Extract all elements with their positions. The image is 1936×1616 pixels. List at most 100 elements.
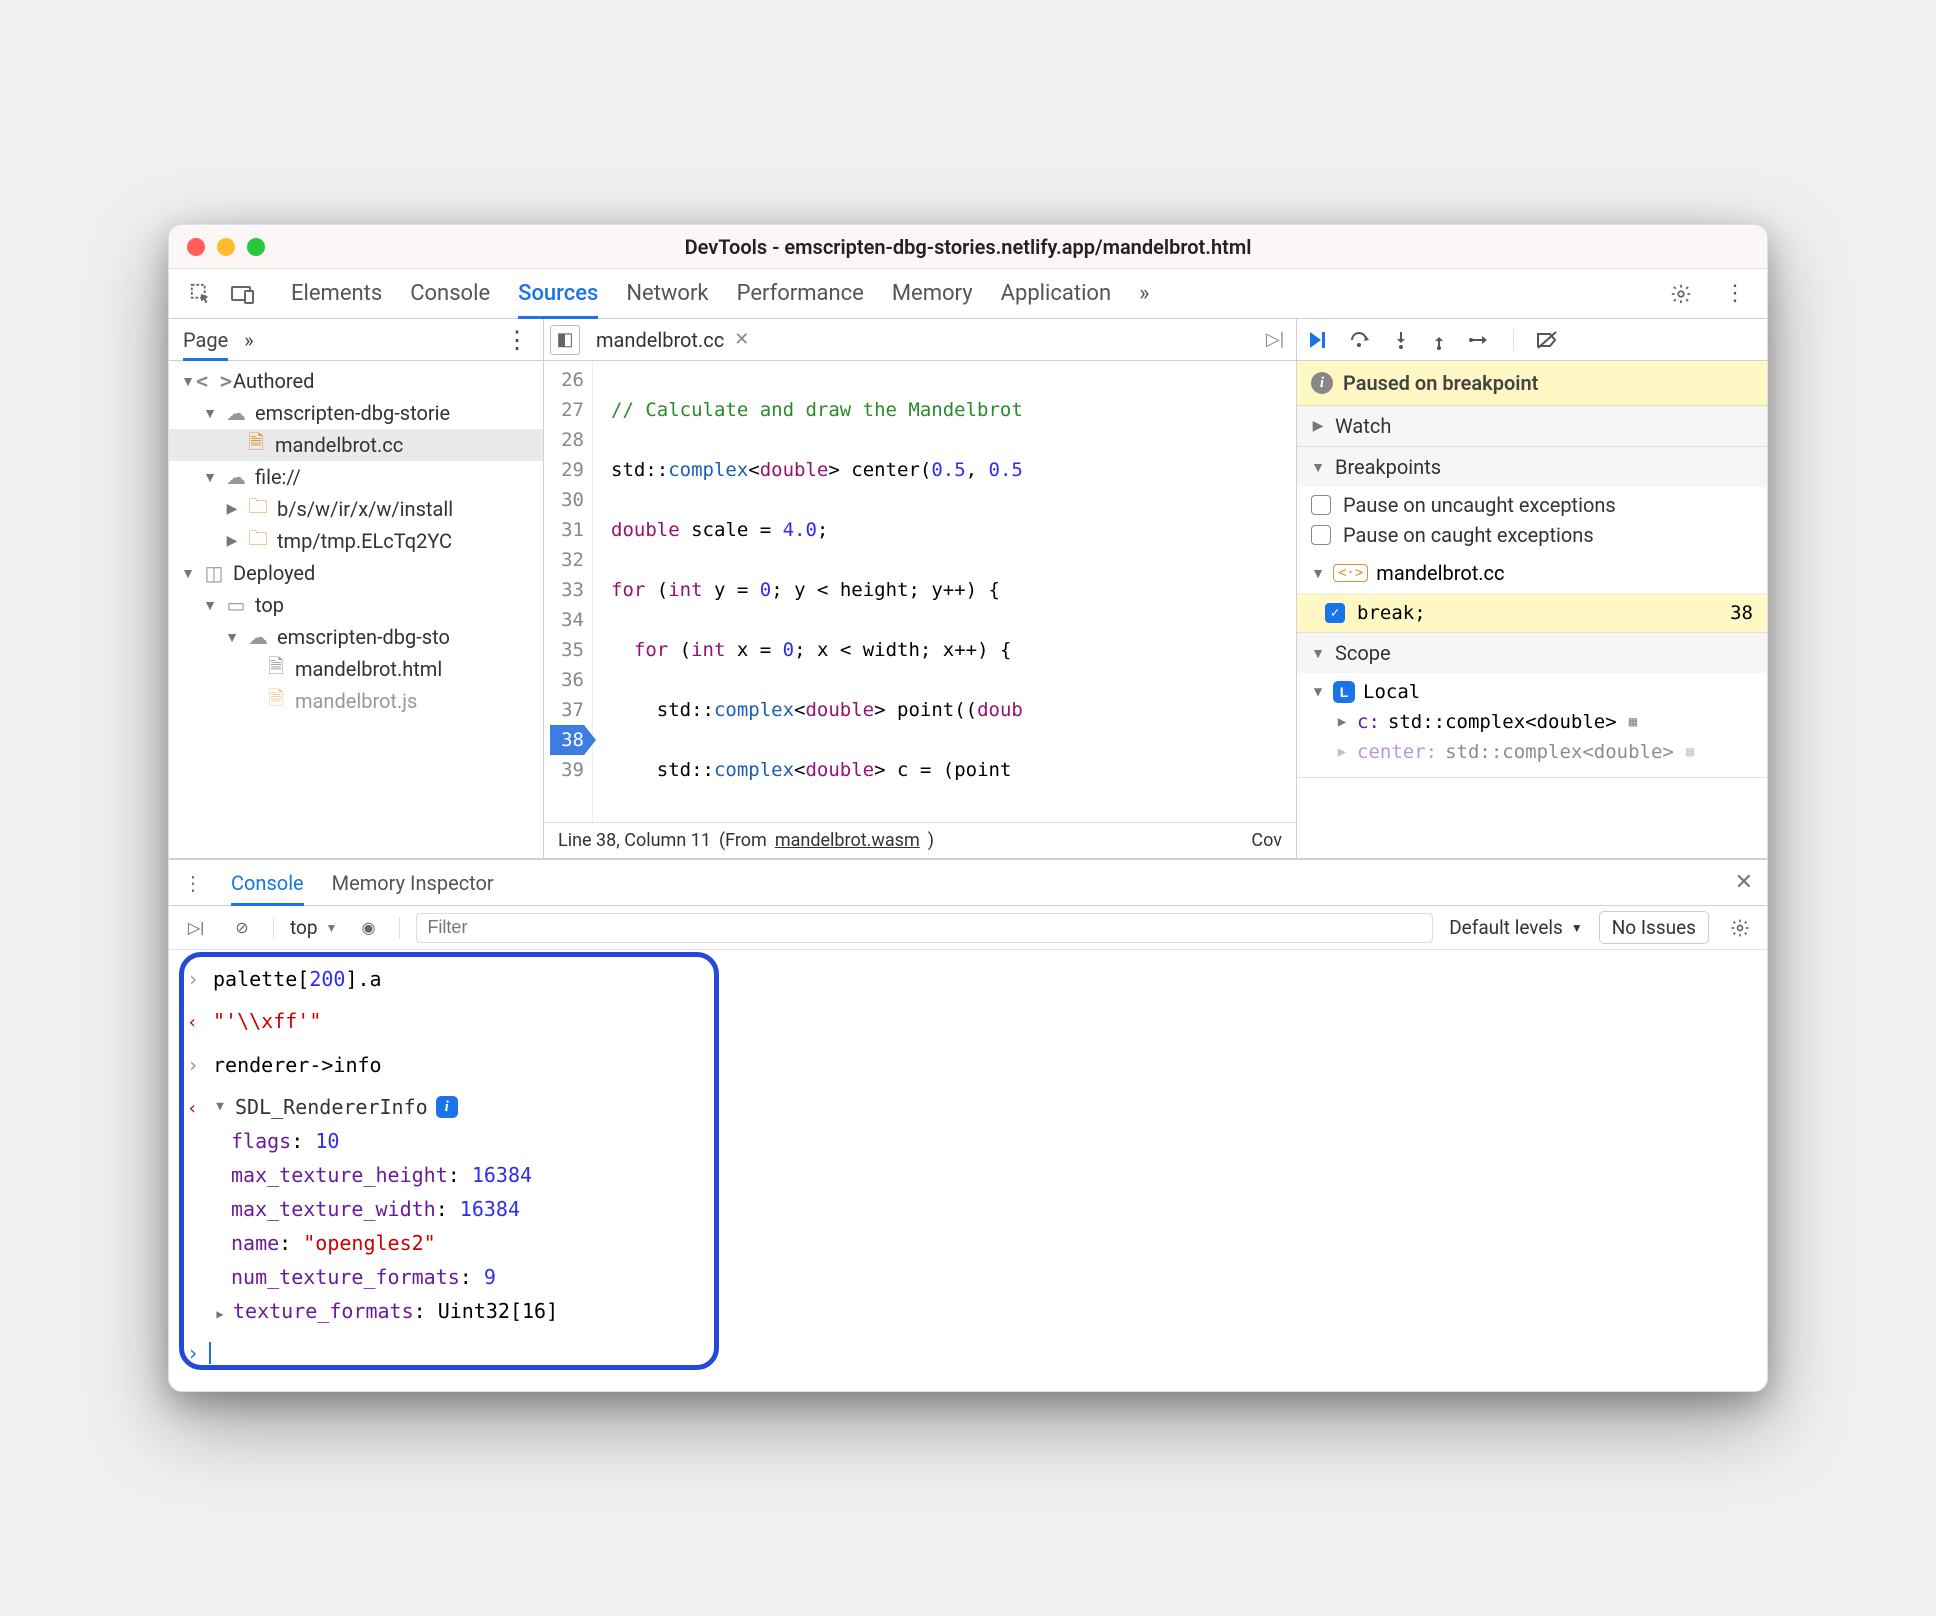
folder-icon: 🗀 (247, 530, 269, 552)
navigator-tabs: Page » ⋮ (169, 319, 543, 361)
coverage-label: Cov (1251, 830, 1282, 851)
resume-icon[interactable] (1307, 330, 1327, 350)
folder-icon: 🗀 (247, 498, 269, 520)
caret-icon (1311, 645, 1325, 662)
console-output-row: "'\\xff'" (169, 1000, 1767, 1044)
tab-console[interactable]: Console (410, 269, 490, 318)
checkbox-checked-icon[interactable] (1325, 603, 1345, 623)
pause-uncaught-toggle[interactable]: Pause on uncaught exceptions (1311, 493, 1753, 517)
drawer-tab-memory-inspector[interactable]: Memory Inspector (332, 860, 494, 905)
close-window-icon[interactable] (187, 238, 205, 256)
file-tree[interactable]: < >Authored ☁emscripten-dbg-storie 🗎mand… (169, 361, 543, 858)
settings-icon[interactable] (1663, 276, 1699, 312)
source-editor: ◧ mandelbrot.cc ✕ ▷| 26 27 28 29 30 31 3… (544, 319, 1297, 858)
file-mandelbrot-html[interactable]: 🗎mandelbrot.html (169, 653, 543, 685)
expand-object-icon[interactable] (213, 1090, 227, 1124)
console-filter-input[interactable] (416, 913, 1433, 943)
live-expression-icon[interactable]: ◉ (353, 913, 383, 943)
toggle-navigator-icon[interactable]: ◧ (550, 325, 580, 355)
code-text[interactable]: // Calculate and draw the Mandelbrot std… (593, 361, 1296, 822)
caret-icon (1311, 418, 1325, 434)
panel-tabs: Elements Console Sources Network Perform… (291, 269, 1657, 318)
editor-tabbar: ◧ mandelbrot.cc ✕ ▷| (544, 319, 1296, 361)
navigator-menu-icon[interactable]: ⋮ (505, 326, 529, 354)
tab-performance[interactable]: Performance (737, 269, 864, 318)
breakpoint-file-row[interactable]: <·>mandelbrot.cc (1297, 553, 1767, 594)
info-badge-icon[interactable]: i (436, 1096, 458, 1118)
line-gutter[interactable]: 26 27 28 29 30 31 32 33 34 35 36 37 38 3… (544, 361, 593, 822)
code-area[interactable]: 26 27 28 29 30 31 32 33 34 35 36 37 38 3… (544, 361, 1296, 822)
console-input-row: renderer->info (169, 1044, 1767, 1086)
maximize-window-icon[interactable] (247, 238, 265, 256)
paused-banner: i Paused on breakpoint (1297, 361, 1767, 406)
inspect-element-icon[interactable] (183, 276, 219, 312)
file-mandelbrot-cc[interactable]: 🗎mandelbrot.cc (169, 429, 543, 461)
authored-group-icon: < > (203, 370, 225, 392)
sources-panel: Page » ⋮ < >Authored ☁emscripten-dbg-sto… (169, 319, 1767, 859)
navigator-tab-overflow[interactable]: » (244, 319, 253, 360)
console-prompt[interactable] (169, 1335, 1767, 1371)
caret-icon (1335, 744, 1349, 760)
checkbox-icon[interactable] (1311, 495, 1331, 515)
drawer-menu-icon[interactable]: ⋮ (183, 871, 203, 895)
window-titlebar: DevTools - emscripten-dbg-stories.netlif… (169, 225, 1767, 269)
file-icon: 🗎 (245, 434, 267, 456)
page-icon: 🗎 (265, 658, 287, 680)
tab-memory[interactable]: Memory (892, 269, 973, 318)
editor-statusbar: Line 38, Column 11 (From mandelbrot.wasm… (544, 822, 1296, 858)
log-level-select[interactable]: Default levels▼ (1449, 916, 1583, 939)
console-output-row: SDL_RendererInfo i flags: 10 max_texture… (169, 1086, 1767, 1335)
drawer-close-icon[interactable]: ✕ (1735, 870, 1753, 895)
pause-caught-toggle[interactable]: Pause on caught exceptions (1311, 523, 1753, 547)
origin-link[interactable]: mandelbrot.wasm (775, 830, 920, 851)
drawer-tab-console[interactable]: Console (231, 860, 304, 905)
editor-tab-mandelbrot[interactable]: mandelbrot.cc ✕ (596, 328, 749, 352)
deactivate-breakpoints-icon[interactable] (1536, 331, 1558, 349)
tab-application[interactable]: Application (1001, 269, 1111, 318)
step-into-icon[interactable] (1393, 330, 1409, 350)
tab-overflow[interactable]: » (1139, 269, 1149, 318)
drawer-tabs: ⋮ Console Memory Inspector ✕ (169, 860, 1767, 906)
console-input-icon (187, 962, 203, 996)
memory-inspect-icon[interactable]: ▦ (1629, 714, 1637, 730)
debugger-toolbar (1297, 319, 1767, 361)
traffic-lights (187, 238, 265, 256)
context-select[interactable]: top▼ (290, 916, 337, 939)
cursor-position: Line 38, Column 11 (558, 830, 711, 851)
caret-icon (1335, 714, 1349, 730)
navigator-tab-page[interactable]: Page (183, 319, 228, 360)
tab-sources[interactable]: Sources (518, 269, 598, 318)
toggle-debugger-icon[interactable]: ▷| (1260, 325, 1290, 355)
file-mandelbrot-js[interactable]: 🗎mandelbrot.js (169, 685, 543, 717)
issues-button[interactable]: No Issues (1599, 911, 1709, 944)
checkbox-icon[interactable] (1311, 525, 1331, 545)
scope-var-c[interactable]: c: std::complex<double>▦ (1297, 707, 1767, 737)
memory-inspect-icon[interactable]: ▦ (1686, 744, 1694, 760)
kebab-menu-icon[interactable]: ⋮ (1717, 276, 1753, 312)
watch-section[interactable]: Watch (1297, 406, 1767, 447)
step-icon[interactable] (1469, 332, 1491, 348)
console-sidebar-toggle-icon[interactable]: ▷| (181, 913, 211, 943)
window-title: DevTools - emscripten-dbg-stories.netlif… (183, 235, 1753, 259)
caret-icon (1311, 565, 1325, 582)
tab-elements[interactable]: Elements (291, 269, 382, 318)
step-over-icon[interactable] (1349, 330, 1371, 350)
window-frame-icon: ▭ (225, 594, 247, 616)
console-settings-icon[interactable] (1725, 913, 1755, 943)
console-drawer: ⋮ Console Memory Inspector ✕ ▷| ⊘ top▼ ◉… (169, 859, 1767, 1391)
device-mode-icon[interactable] (225, 276, 261, 312)
caret-icon (1311, 684, 1325, 700)
clear-console-icon[interactable]: ⊘ (227, 913, 257, 943)
expand-array-icon[interactable] (213, 1297, 227, 1331)
caret-icon (1311, 459, 1325, 476)
tab-network[interactable]: Network (626, 269, 708, 318)
console-output[interactable]: palette[200].a "'\\xff'" renderer->info … (169, 950, 1767, 1391)
authored-label: Authored (233, 369, 314, 393)
scope-local[interactable]: LLocal (1297, 677, 1767, 707)
minimize-window-icon[interactable] (217, 238, 235, 256)
step-out-icon[interactable] (1431, 330, 1447, 350)
scope-var-center[interactable]: center: std::complex<double>▦ (1297, 737, 1767, 767)
info-badge-icon: i (1311, 372, 1333, 394)
breakpoint-entry[interactable]: break; 38 (1297, 594, 1767, 632)
close-tab-icon[interactable]: ✕ (734, 329, 749, 350)
